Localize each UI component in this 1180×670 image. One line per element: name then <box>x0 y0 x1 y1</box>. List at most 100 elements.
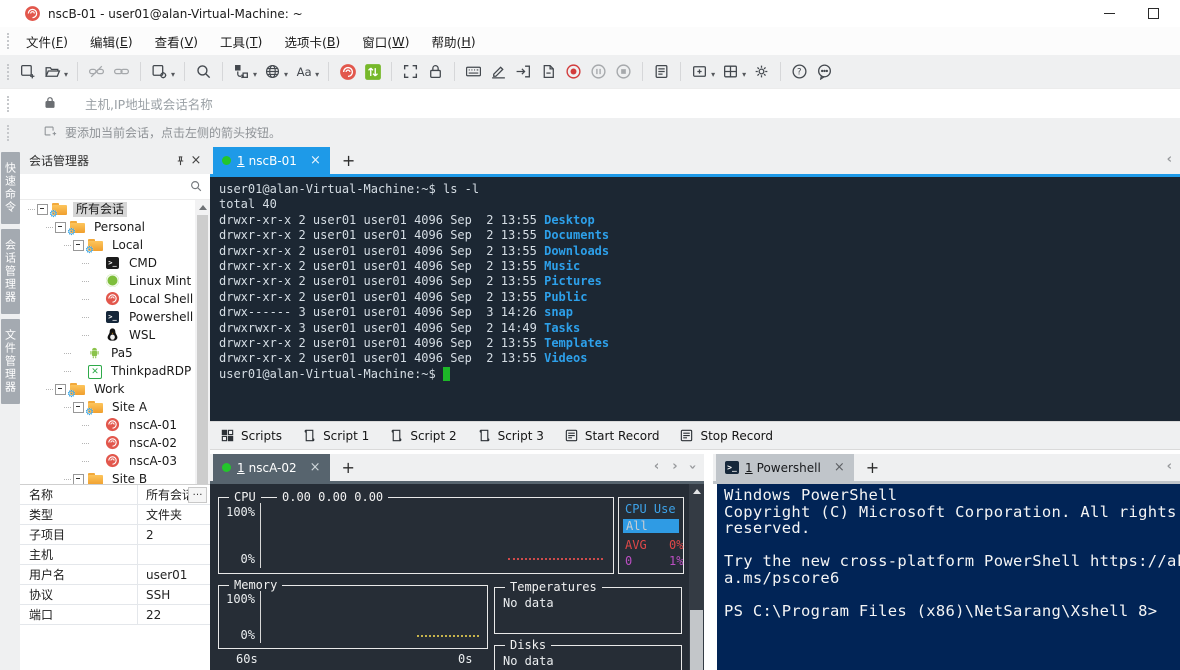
script-button-stop-record[interactable]: Stop Record <box>679 428 773 443</box>
tab-close-icon[interactable]: × <box>310 154 321 167</box>
collapse-icon[interactable] <box>37 204 48 215</box>
new-tab-button[interactable]: + <box>866 458 879 477</box>
close-panel-icon[interactable]: × <box>188 153 204 169</box>
side-tab-2[interactable]: 会话管理器 <box>1 229 20 314</box>
font-icon[interactable]: Aa <box>292 60 315 84</box>
xftp-icon[interactable] <box>361 60 384 84</box>
tree-item-CMD[interactable]: >_CMD <box>20 254 210 272</box>
tab-scroll-right-icon[interactable]: › <box>672 460 677 474</box>
open-folder-icon[interactable] <box>41 60 64 84</box>
new-tab-button[interactable]: + <box>342 151 355 170</box>
property-value[interactable]: 22 <box>138 605 210 624</box>
keyboard-icon[interactable] <box>462 60 485 84</box>
tab-close-icon[interactable]: × <box>310 461 321 474</box>
collapse-icon[interactable] <box>73 240 84 251</box>
tree-item-Pa5[interactable]: Pa5 <box>20 344 210 362</box>
menu-B[interactable]: 选项卡(B) <box>273 27 351 55</box>
tree-item-Local[interactable]: ⚙Local <box>20 236 210 254</box>
collapse-icon[interactable] <box>73 402 84 413</box>
menubar-grip[interactable] <box>7 33 9 49</box>
toolbar-grip[interactable] <box>7 64 9 80</box>
open-folder-dropdown-icon[interactable]: ▾ <box>64 70 68 79</box>
script-button-script-2[interactable]: Script 2 <box>389 428 456 443</box>
scroll-up-icon[interactable] <box>199 205 207 210</box>
side-tab-3[interactable]: 文件管理器 <box>1 319 20 404</box>
transfer-dropdown-icon[interactable]: ▾ <box>253 70 257 79</box>
host-input[interactable] <box>83 96 1180 113</box>
tab-scroll-left-icon[interactable]: ‹ <box>1167 460 1172 474</box>
infobar-grip[interactable] <box>7 125 9 141</box>
menu-F[interactable]: 文件(F) <box>15 27 79 55</box>
tab-scroll-left-icon[interactable]: ‹ <box>1167 153 1172 167</box>
session-properties-dropdown-icon[interactable]: ▾ <box>171 70 175 79</box>
tree-item-nscA-03[interactable]: nscA-03 <box>20 452 210 470</box>
property-value[interactable] <box>138 545 210 564</box>
menu-T[interactable]: 工具(T) <box>209 27 273 55</box>
settings-icon[interactable] <box>750 60 773 84</box>
script-icon[interactable] <box>537 60 560 84</box>
tree-item-Local-Shell[interactable]: Local Shell <box>20 290 210 308</box>
script-button-script-3[interactable]: Script 3 <box>477 428 544 443</box>
xshell-icon[interactable] <box>336 60 359 84</box>
new-session-icon[interactable] <box>16 60 39 84</box>
collapse-icon[interactable] <box>55 384 66 395</box>
lock-icon[interactable] <box>424 60 447 84</box>
monitor-vertical-scrollbar[interactable] <box>689 484 704 670</box>
terminal-nscB-01[interactable]: user01@alan-Virtual-Machine:~$ ls -l tot… <box>210 177 1180 421</box>
script-button-scripts[interactable]: Scripts <box>220 428 282 443</box>
property-value[interactable]: user01 <box>138 565 210 584</box>
minimize-button[interactable] <box>1090 0 1128 27</box>
menu-V[interactable]: 查看(V) <box>144 27 209 55</box>
cpu-use-all-row[interactable]: All <box>623 519 679 533</box>
compose-icon[interactable] <box>487 60 510 84</box>
collapse-icon[interactable] <box>73 474 84 485</box>
tree-item-Work[interactable]: ⚙Work <box>20 380 210 398</box>
new-tab-icon[interactable] <box>688 60 711 84</box>
property-value[interactable]: 2 <box>138 525 210 544</box>
session-search-box[interactable] <box>20 174 210 200</box>
record-icon[interactable] <box>562 60 585 84</box>
fullscreen-icon[interactable] <box>399 60 422 84</box>
tree-item-所有会话[interactable]: ⚙所有会话 <box>20 200 210 218</box>
tree-item-Site-A[interactable]: ⚙Site A <box>20 398 210 416</box>
tab-close-icon[interactable]: × <box>834 461 845 474</box>
tree-item-Linux-Mint[interactable]: Linux Mint <box>20 272 210 290</box>
tree-item-WSL[interactable]: WSL <box>20 326 210 344</box>
tab-nscA-02[interactable]: 1nscA-02 × <box>213 454 330 481</box>
tree-item-Powershell[interactable]: >_Powershell <box>20 308 210 326</box>
monitor-scroll-thumb[interactable] <box>690 610 703 670</box>
tile-layout-icon[interactable] <box>719 60 742 84</box>
tab-nscB-01[interactable]: 1nscB-01 × <box>213 147 330 174</box>
script-button-start-record[interactable]: Start Record <box>564 428 660 443</box>
side-tab-1[interactable]: 快速命令 <box>1 152 20 224</box>
transfer-icon[interactable] <box>230 60 253 84</box>
new-tab-dropdown-icon[interactable]: ▾ <box>711 70 715 79</box>
property-value[interactable]: 所有会话… <box>138 485 210 504</box>
collapse-icon[interactable] <box>55 222 66 233</box>
find-icon[interactable] <box>192 60 215 84</box>
script-button-script-1[interactable]: Script 1 <box>302 428 369 443</box>
menu-H[interactable]: 帮助(H) <box>420 27 486 55</box>
tree-vscroll-thumb[interactable] <box>197 215 208 503</box>
font-dropdown-icon[interactable]: ▾ <box>315 70 319 79</box>
new-tab-button[interactable]: + <box>342 458 355 477</box>
monitor-terminal[interactable]: CPU 0.00 0.00 0.00 100% 0% CPU Use All A… <box>210 484 704 670</box>
web-dropdown-icon[interactable]: ▾ <box>284 70 288 79</box>
menu-W[interactable]: 窗口(W) <box>351 27 420 55</box>
tree-item-nscA-01[interactable]: nscA-01 <box>20 416 210 434</box>
feedback-icon[interactable] <box>813 60 836 84</box>
more-button[interactable]: … <box>188 487 207 503</box>
web-icon[interactable] <box>261 60 284 84</box>
tree-item-ThinkpadRDP[interactable]: ✕ThinkpadRDP <box>20 362 210 380</box>
tree-item-nscA-02[interactable]: nscA-02 <box>20 434 210 452</box>
powershell-terminal[interactable]: Windows PowerShell Copyright (C) Microso… <box>713 484 1180 670</box>
help-icon[interactable]: ? <box>788 60 811 84</box>
tree-vertical-scrollbar[interactable] <box>195 200 210 524</box>
log-icon[interactable] <box>650 60 673 84</box>
scroll-up-icon[interactable] <box>693 489 701 494</box>
maximize-button[interactable] <box>1134 0 1172 27</box>
property-value[interactable]: 文件夹 <box>138 505 210 524</box>
pin-icon[interactable] <box>172 153 188 169</box>
tab-powershell[interactable]: >_ 1Powershell × <box>716 454 854 481</box>
menu-E[interactable]: 编辑(E) <box>79 27 144 55</box>
